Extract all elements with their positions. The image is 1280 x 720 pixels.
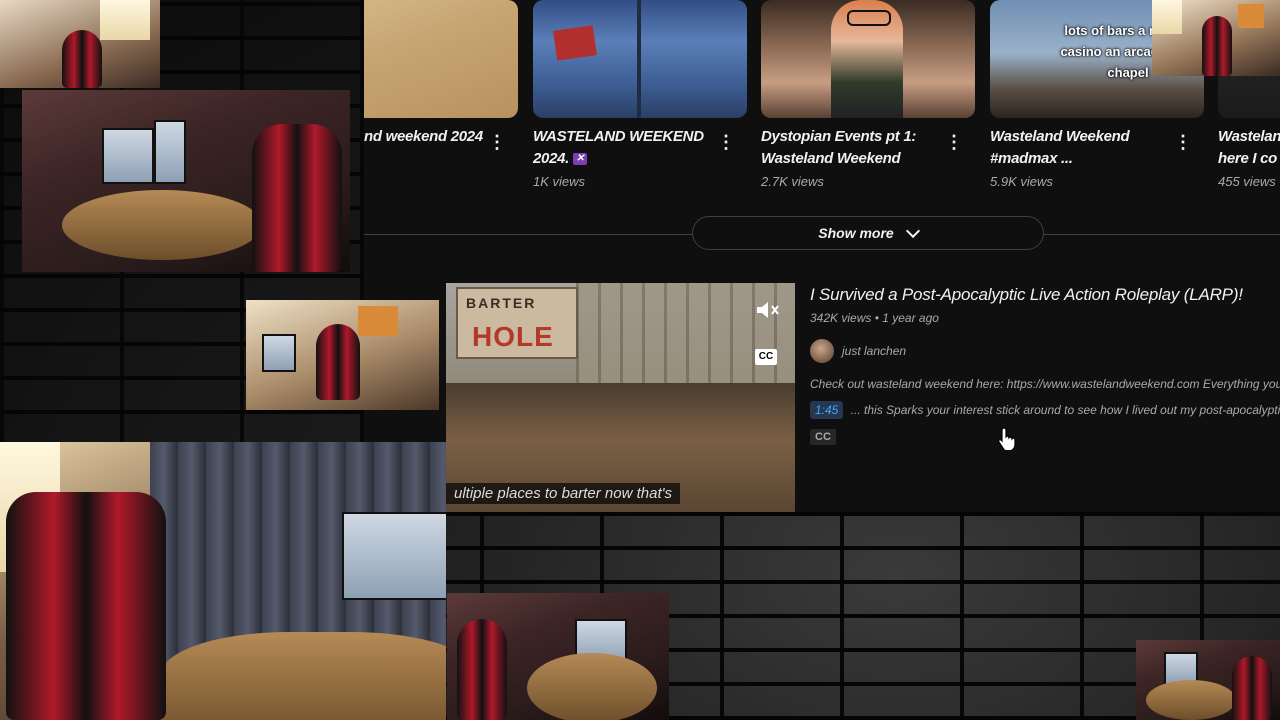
- related-videos-row: nd weekend 2024 ⋮ WASTELAND WEEKEND 2024…: [364, 0, 1280, 200]
- video-title[interactable]: Wasteland Weekend #madmax ...: [990, 126, 1170, 170]
- captions-button[interactable]: CC: [755, 349, 777, 365]
- webcam-overlay: [0, 442, 446, 720]
- divider-right: [1044, 234, 1280, 235]
- webcam-overlay: [246, 300, 439, 410]
- featured-video-description: Check out wasteland weekend here: https:…: [810, 377, 1280, 391]
- hand-cursor-icon: [998, 426, 1016, 452]
- video-card[interactable]: Dystopian Events pt 1: Wasteland Weekend…: [761, 0, 975, 189]
- featured-video-title[interactable]: I Survived a Post-Apocalyptic Live Actio…: [810, 283, 1280, 307]
- video-card[interactable]: nd weekend 2024 ⋮: [364, 0, 518, 152]
- channel-name[interactable]: just lanchen: [842, 344, 906, 358]
- chevron-down-icon: [905, 223, 920, 239]
- webcam-overlay: [1152, 0, 1280, 76]
- video-title[interactable]: Dystopian Events pt 1: Wasteland Weekend: [761, 126, 941, 170]
- barter-sign: BARTER HOLE: [456, 287, 578, 359]
- sign-main-text: HOLE: [472, 321, 554, 352]
- divider-left: [364, 234, 692, 235]
- more-options-icon[interactable]: ⋮: [945, 132, 963, 152]
- webcam-overlay: [1136, 640, 1280, 720]
- webcam-overlay: [447, 593, 669, 720]
- timestamp-text: ... this Sparks your interest stick arou…: [850, 403, 1280, 417]
- cc-badge: CC: [810, 429, 836, 445]
- video-title[interactable]: WASTELAND WEEKEND 2024. ✕: [533, 126, 713, 170]
- video-card[interactable]: WASTELAND WEEKEND 2024. ✕ 1K views ⋮: [533, 0, 747, 189]
- channel-row[interactable]: just lanchen: [810, 339, 1280, 363]
- video-views: 5.9K views: [990, 174, 1053, 189]
- webcam-overlay: [22, 90, 350, 272]
- youtube-panel: nd weekend 2024 ⋮ WASTELAND WEEKEND 2024…: [364, 0, 1280, 512]
- featured-video-meta: 342K views • 1 year ago: [810, 311, 939, 325]
- video-subtitle: ultiple places to barter now that's: [446, 483, 680, 504]
- video-views: 455 views: [1218, 174, 1276, 189]
- video-views: 1K views: [533, 174, 586, 189]
- more-options-icon[interactable]: ⋮: [717, 132, 735, 152]
- channel-avatar[interactable]: [810, 339, 834, 363]
- muted-speaker-icon[interactable]: [755, 299, 781, 321]
- timestamp-chip[interactable]: 1:45: [810, 401, 844, 419]
- video-title-text[interactable]: WASTELAND WEEKEND 2024.: [533, 128, 704, 167]
- video-thumbnail[interactable]: [761, 0, 975, 118]
- timestamp-row: 1:45 ... this Sparks your interest stick…: [810, 401, 1280, 419]
- webcam-overlay: [0, 0, 160, 88]
- video-title[interactable]: Wastelan here I co: [1218, 126, 1280, 170]
- featured-video-info: I Survived a Post-Apocalyptic Live Actio…: [810, 283, 1280, 445]
- video-thumbnail[interactable]: [364, 0, 518, 118]
- video-views: 2.7K views: [761, 174, 824, 189]
- video-thumbnail[interactable]: [533, 0, 747, 118]
- sparkle-badge-icon: ✕: [573, 153, 588, 166]
- video-title[interactable]: nd weekend 2024: [364, 126, 484, 148]
- sign-top-text: BARTER: [466, 295, 537, 311]
- more-options-icon[interactable]: ⋮: [488, 132, 506, 152]
- featured-video-player[interactable]: BARTER HOLE CC ultiple places to barter …: [446, 283, 795, 512]
- show-more-label: Show more: [818, 225, 894, 241]
- more-options-icon[interactable]: ⋮: [1174, 132, 1192, 152]
- show-more-button[interactable]: Show more: [692, 216, 1044, 250]
